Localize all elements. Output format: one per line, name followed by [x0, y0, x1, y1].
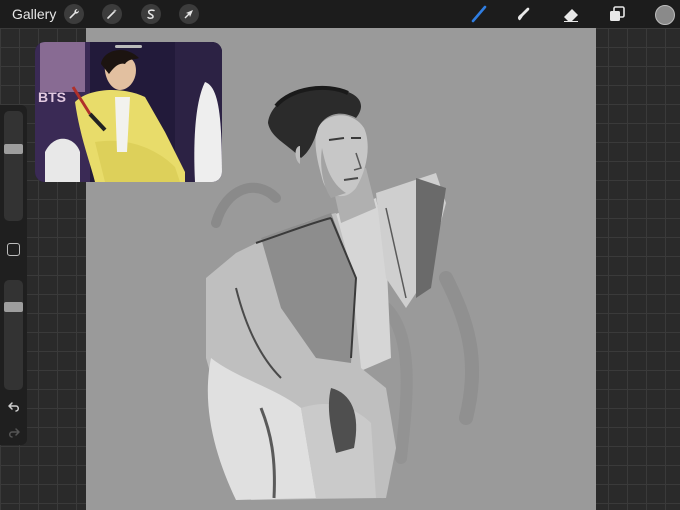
brush-size-slider[interactable]: [4, 111, 23, 221]
adjustments-button[interactable]: [102, 4, 122, 24]
top-toolbar: Gallery: [0, 0, 680, 28]
undo-icon[interactable]: [7, 401, 21, 413]
reference-window[interactable]: BTS: [35, 42, 222, 182]
brush-size-thumb[interactable]: [4, 144, 23, 154]
actions-button[interactable]: [64, 4, 84, 24]
opacity-thumb[interactable]: [4, 302, 23, 312]
arrow-cursor-icon: [184, 10, 193, 19]
modify-button[interactable]: [7, 243, 20, 256]
smudge-icon[interactable]: [513, 4, 533, 24]
left-sidebar: [0, 105, 27, 445]
selection-s-icon: [147, 9, 155, 19]
brush-icon[interactable]: [469, 4, 489, 24]
magic-wand-icon: [107, 9, 117, 19]
reference-photo: BTS: [35, 42, 222, 182]
reference-drag-handle[interactable]: [115, 45, 142, 48]
opacity-slider[interactable]: [4, 280, 23, 390]
gallery-button[interactable]: Gallery: [12, 6, 56, 22]
color-picker-button[interactable]: [655, 5, 675, 25]
eraser-icon[interactable]: [561, 4, 581, 24]
reference-stage-text: BTS: [38, 89, 66, 105]
redo-icon[interactable]: [7, 427, 21, 439]
layers-icon[interactable]: [607, 4, 627, 24]
selection-button[interactable]: [141, 4, 161, 24]
transform-button[interactable]: [179, 4, 199, 24]
wrench-icon: [69, 9, 79, 19]
